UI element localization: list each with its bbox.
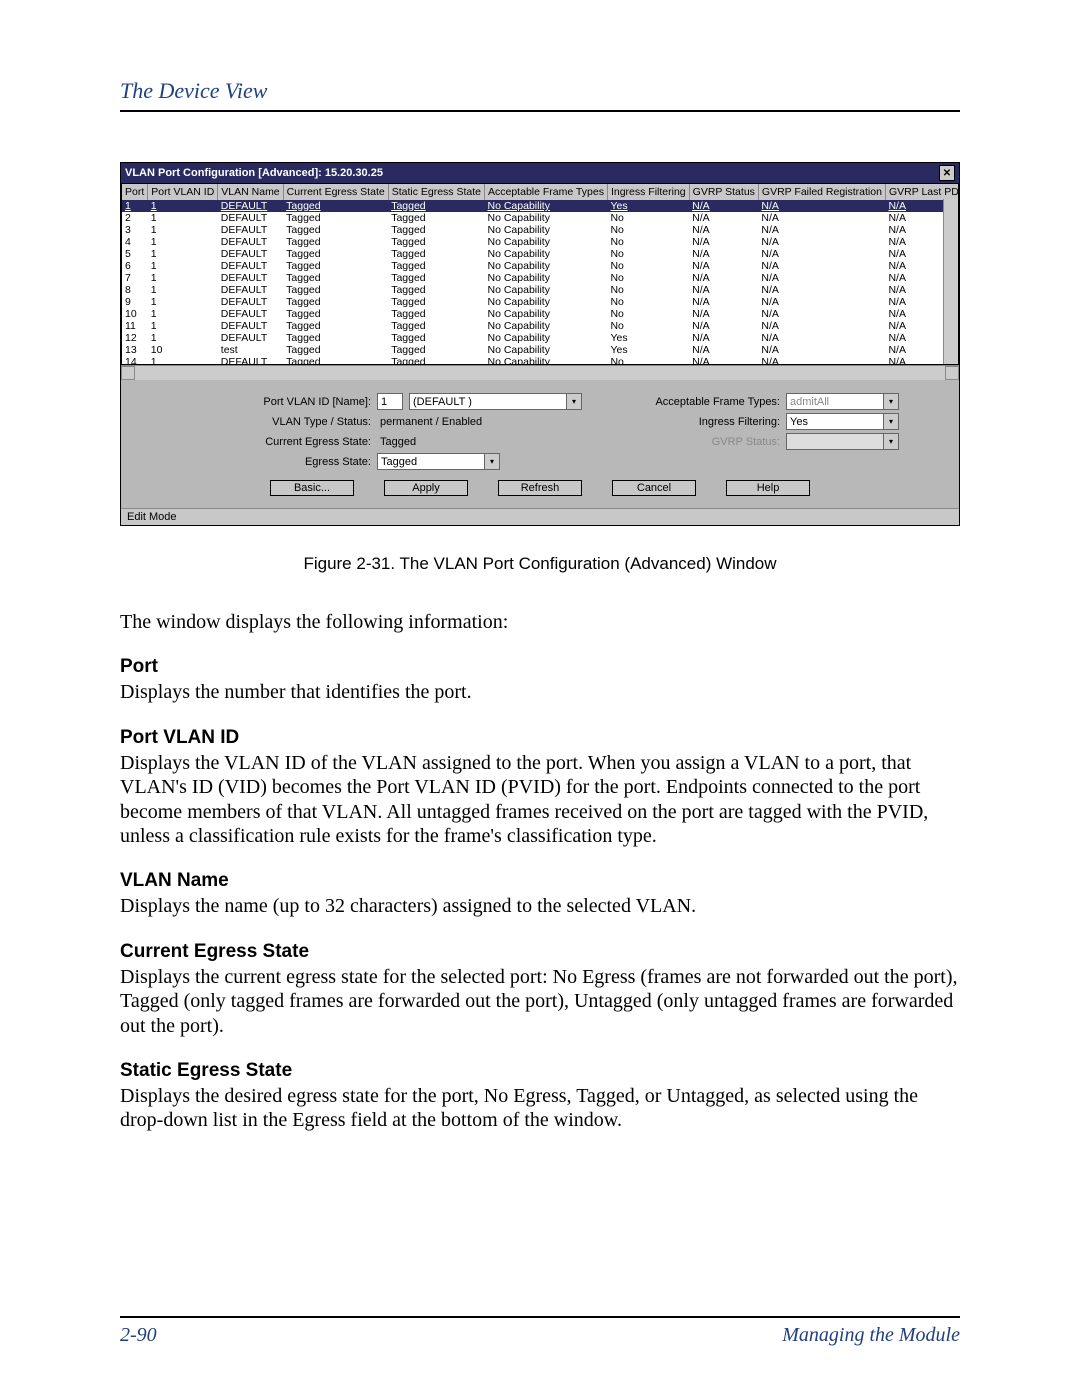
column-header[interactable]: GVRP Failed Registration bbox=[758, 184, 885, 200]
chevron-down-icon: ▾ bbox=[884, 433, 899, 450]
column-header[interactable]: Port VLAN ID bbox=[148, 184, 218, 200]
definition-heading: Port bbox=[120, 656, 960, 678]
port-vlan-id-input[interactable]: 1 bbox=[377, 393, 403, 410]
intro-text: The window displays the following inform… bbox=[120, 610, 960, 634]
doc-title: Managing the Module bbox=[782, 1324, 960, 1347]
cancel-button[interactable]: Cancel bbox=[612, 480, 696, 496]
chevron-down-icon[interactable]: ▾ bbox=[884, 413, 899, 430]
column-header[interactable]: Ingress Filtering bbox=[607, 184, 689, 200]
acceptable-frame-select[interactable]: admitAll bbox=[786, 393, 884, 410]
current-egress-value: Tagged bbox=[377, 434, 473, 449]
refresh-button[interactable]: Refresh bbox=[498, 480, 582, 496]
rule bbox=[120, 110, 960, 112]
vlan-type-value: permanent / Enabled bbox=[377, 414, 485, 429]
section-title: The Device View bbox=[120, 78, 960, 104]
egress-state-label: Egress State: bbox=[181, 456, 371, 468]
table-row[interactable]: 61DEFAULTTaggedTaggedNo CapabilityNoN/AN… bbox=[122, 260, 959, 272]
basic-button[interactable]: Basic... bbox=[270, 480, 354, 496]
gvrp-status-label: GVRP Status: bbox=[620, 436, 780, 448]
window-title: VLAN Port Configuration [Advanced]: 15.2… bbox=[125, 167, 383, 179]
vlan-type-label: VLAN Type / Status: bbox=[181, 416, 371, 428]
current-egress-label: Current Egress State: bbox=[181, 436, 371, 448]
table-row[interactable]: 101DEFAULTTaggedTaggedNo CapabilityNoN/A… bbox=[122, 308, 959, 320]
page-number: 2-90 bbox=[120, 1324, 157, 1347]
definition-text: Displays the VLAN ID of the VLAN assigne… bbox=[120, 751, 960, 849]
table-row[interactable]: 51DEFAULTTaggedTaggedNo CapabilityNoN/AN… bbox=[122, 248, 959, 260]
vertical-scrollbar[interactable] bbox=[943, 199, 958, 364]
definition-heading: Port VLAN ID bbox=[120, 727, 960, 749]
table-row[interactable]: 71DEFAULTTaggedTaggedNo CapabilityNoN/AN… bbox=[122, 272, 959, 284]
table-row[interactable]: 91DEFAULTTaggedTaggedNo CapabilityNoN/AN… bbox=[122, 296, 959, 308]
window-titlebar: VLAN Port Configuration [Advanced]: 15.2… bbox=[121, 163, 959, 183]
ingress-filtering-select[interactable]: Yes bbox=[786, 413, 884, 430]
vlan-config-window: VLAN Port Configuration [Advanced]: 15.2… bbox=[120, 162, 960, 526]
table-row[interactable]: 41DEFAULTTaggedTaggedNo CapabilityNoN/AN… bbox=[122, 236, 959, 248]
egress-state-select[interactable]: Tagged bbox=[377, 453, 485, 470]
chevron-down-icon[interactable]: ▾ bbox=[485, 453, 500, 470]
gvrp-status-select bbox=[786, 433, 884, 450]
page-footer: 2-90 Managing the Module bbox=[120, 1316, 960, 1347]
apply-button[interactable]: Apply bbox=[384, 480, 468, 496]
definition-heading: Static Egress State bbox=[120, 1060, 960, 1082]
table-row[interactable]: 21DEFAULTTaggedTaggedNo CapabilityNoN/AN… bbox=[122, 212, 959, 224]
port-vlan-id-label: Port VLAN ID [Name]: bbox=[181, 396, 371, 408]
column-header[interactable]: GVRP Status bbox=[689, 184, 758, 200]
help-button[interactable]: Help bbox=[726, 480, 810, 496]
table-row[interactable]: 81DEFAULTTaggedTaggedNo CapabilityNoN/AN… bbox=[122, 284, 959, 296]
definition-text: Displays the name (up to 32 characters) … bbox=[120, 894, 960, 918]
acceptable-frame-label: Acceptable Frame Types: bbox=[620, 396, 780, 408]
table-row[interactable]: 121DEFAULTTaggedTaggedNo CapabilityYesN/… bbox=[122, 332, 959, 344]
table-row[interactable]: 111DEFAULTTaggedTaggedNo CapabilityNoN/A… bbox=[122, 320, 959, 332]
definition-text: Displays the number that identifies the … bbox=[120, 680, 960, 704]
port-vlan-name-select[interactable]: (DEFAULT ) bbox=[409, 393, 567, 410]
column-header[interactable]: GVRP Last PDU Origin bbox=[885, 184, 959, 200]
vlan-table[interactable]: PortPort VLAN IDVLAN NameCurrent Egress … bbox=[121, 183, 959, 365]
scroll-right-icon[interactable] bbox=[945, 366, 959, 380]
table-row[interactable]: 11DEFAULTTaggedTaggedNo CapabilityYesN/A… bbox=[122, 200, 959, 212]
figure-caption: Figure 2-31. The VLAN Port Configuration… bbox=[120, 554, 960, 574]
definition-text: Displays the current egress state for th… bbox=[120, 965, 960, 1038]
ingress-filtering-label: Ingress Filtering: bbox=[620, 416, 780, 428]
status-bar: Edit Mode bbox=[121, 508, 959, 525]
table-row[interactable]: 1310testTaggedTaggedNo CapabilityYesN/AN… bbox=[122, 344, 959, 356]
column-header[interactable]: Current Egress State bbox=[283, 184, 388, 200]
definition-heading: Current Egress State bbox=[120, 941, 960, 963]
table-row[interactable]: 141DEFAULTTaggedTaggedNo CapabilityNoN/A… bbox=[122, 356, 959, 365]
column-header[interactable]: Acceptable Frame Types bbox=[485, 184, 608, 200]
chevron-down-icon[interactable]: ▾ bbox=[567, 393, 582, 410]
scroll-left-icon[interactable] bbox=[121, 366, 135, 380]
chevron-down-icon[interactable]: ▾ bbox=[884, 393, 899, 410]
definition-text: Displays the desired egress state for th… bbox=[120, 1084, 960, 1133]
edit-form: Port VLAN ID [Name]: 1 (DEFAULT ) ▾ Acce… bbox=[121, 380, 959, 508]
horizontal-scrollbar[interactable] bbox=[121, 365, 959, 380]
column-header[interactable]: VLAN Name bbox=[218, 184, 283, 200]
definition-heading: VLAN Name bbox=[120, 870, 960, 892]
close-icon[interactable]: ✕ bbox=[939, 165, 955, 181]
table-row[interactable]: 31DEFAULTTaggedTaggedNo CapabilityNoN/AN… bbox=[122, 224, 959, 236]
column-header[interactable]: Static Egress State bbox=[388, 184, 484, 200]
column-header[interactable]: Port bbox=[122, 184, 148, 200]
